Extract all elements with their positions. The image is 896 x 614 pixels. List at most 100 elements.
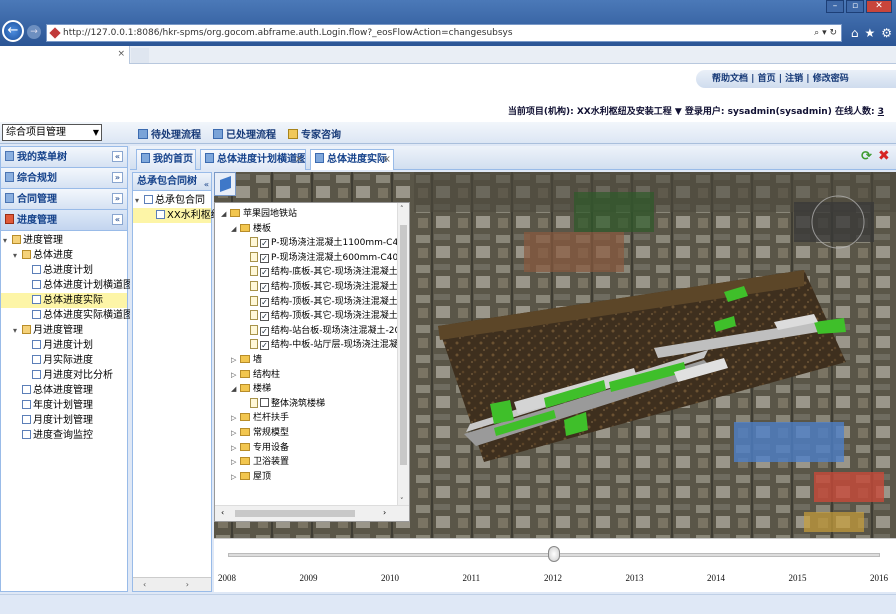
maximize-icon[interactable]: ▫ — [846, 0, 864, 13]
nav-tree-item[interactable]: 总进度计划 — [1, 263, 127, 278]
twisty-icon[interactable]: ▷ — [231, 368, 240, 383]
twisty-icon[interactable]: ▷ — [231, 441, 240, 456]
expand-icon[interactable]: » — [112, 172, 123, 183]
logout-link[interactable]: 注销 — [785, 74, 803, 84]
tab-gantt-plan[interactable]: 总体进度计划横道图 × — [200, 149, 306, 170]
tab-overall-actual[interactable]: 总体进度实际 × — [310, 149, 394, 170]
nav-tree-item[interactable]: ▾ 总体进度 — [1, 248, 127, 263]
twisty-icon[interactable]: ▷ — [231, 353, 240, 368]
layer-tree-item[interactable]: ◢ 楼板 — [215, 222, 399, 237]
collapse-icon[interactable]: « — [112, 214, 123, 225]
contract-tree-item[interactable]: XX水利枢纽 — [133, 208, 221, 223]
minimize-icon[interactable]: – — [826, 0, 844, 13]
layer-tree-item[interactable]: ✓ P-现场浇注混凝土1100mm-C40 — [215, 236, 399, 251]
layer-tree-item[interactable]: ✓结构-顶板-其它-现场浇注混凝土350-C — [215, 295, 399, 310]
nav-tree-item[interactable]: ▾ 进度管理 — [1, 233, 127, 248]
nav-tree-item[interactable]: 月进度计划 — [1, 338, 127, 353]
timeline-thumb[interactable] — [548, 546, 560, 562]
nav-tree-item[interactable]: 总体进度实际 — [1, 293, 127, 308]
layer-checkbox[interactable]: ✓ — [260, 253, 269, 263]
layer-tree-item[interactable]: ✓结构-顶板-其它-现场浇注混凝土600-C — [215, 309, 399, 324]
layer-checkbox[interactable]: ✓ — [260, 239, 269, 249]
vertical-scrollbar[interactable]: ˄ ˅ — [397, 203, 409, 507]
change-password-link[interactable]: 修改密码 — [813, 74, 849, 84]
layer-tree-item[interactable]: ▷ 专用设备 — [215, 441, 399, 456]
nav-tree-item[interactable]: 总体进度计划横道图 — [1, 278, 133, 293]
nav-tree-item[interactable]: 总体进度管理 — [1, 383, 127, 398]
favorites-star-icon[interactable]: ★ — [864, 26, 875, 40]
twisty-icon[interactable]: ◢ — [231, 222, 240, 237]
nav-tree-item[interactable]: 月度计划管理 — [1, 413, 127, 428]
layer-tree-item[interactable]: 整体浇筑楼梯 — [215, 397, 399, 412]
twisty-icon[interactable]: ▷ — [231, 426, 240, 441]
layer-tree-item[interactable]: ✓ P-现场浇注混凝土600mm-C40 — [215, 251, 399, 266]
address-tools[interactable]: ⌕ ▾ ↻ — [814, 25, 837, 41]
address-bar[interactable]: http://127.0.0.1:8086/hkr-spms/org.gocom… — [46, 24, 842, 42]
layer-tree-item[interactable]: ✓结构-中板-站厅层-现场浇注混凝土-40 — [215, 338, 399, 353]
horizontal-scrollbar[interactable]: ‹ › — [133, 577, 211, 591]
bim-3d-viewer[interactable]: ◢ 苹果园地铁站 ◢ 楼板 ✓ P-现场浇注混凝土1100mm-C40 ✓ P-现场浇注混凝土… — [214, 172, 896, 538]
help-link[interactable]: 帮助文档 — [712, 74, 748, 84]
layer-checkbox[interactable]: ✓ — [260, 282, 269, 292]
layer-tree-item[interactable]: ✓结构-站台板-现场浇注混凝土-200-C3 — [215, 324, 399, 339]
twisty-icon[interactable]: ◢ — [221, 207, 230, 222]
browser-tab[interactable]: × — [0, 46, 130, 64]
nav-tree-item[interactable]: ▾ 月进度管理 — [1, 323, 127, 338]
layer-tree-item[interactable]: ▷ 卫浴装置 — [215, 455, 399, 470]
view-toggle-button[interactable] — [214, 172, 236, 196]
layer-checkbox[interactable] — [260, 397, 269, 407]
twisty-icon[interactable]: ▾ — [135, 193, 144, 208]
twisty-icon[interactable]: ▾ — [13, 323, 22, 338]
layer-checkbox[interactable]: ✓ — [260, 312, 269, 322]
collapse-icon[interactable]: « — [112, 151, 123, 162]
new-tab-button[interactable] — [131, 48, 149, 63]
layer-tree-item[interactable]: ▷ 结构柱 — [215, 368, 399, 383]
close-window-icon[interactable]: ✕ — [866, 0, 892, 13]
section-contract[interactable]: 合同管理» — [1, 189, 127, 210]
dropdown-arrow-icon[interactable]: ▼ — [675, 107, 682, 117]
nav-tree-item[interactable]: 年度计划管理 — [1, 398, 127, 413]
twisty-icon[interactable]: ▷ — [231, 470, 240, 485]
nav-tree-item[interactable]: 月实际进度 — [1, 353, 127, 368]
section-progress[interactable]: 进度管理 « — [1, 210, 127, 231]
layer-tree-item[interactable]: ✓结构-底板-其它-现场浇注混凝土200-C — [215, 265, 399, 280]
online-count[interactable]: 3 — [878, 107, 884, 117]
close-all-tabs-icon[interactable]: ✖ — [878, 149, 891, 163]
refresh-icon[interactable]: ⟳ — [861, 150, 874, 163]
twisty-icon[interactable]: ◢ — [231, 382, 240, 397]
nav-tree-item[interactable]: 总体进度实际横道图 — [1, 308, 133, 323]
expert-consult-link[interactable]: 专家咨询 — [288, 126, 341, 141]
settings-gear-icon[interactable]: ⚙ — [881, 26, 892, 40]
nav-tree-item[interactable]: 进度查询监控 — [1, 428, 127, 443]
nav-tree-item[interactable]: 月进度对比分析 — [1, 368, 127, 383]
layer-checkbox[interactable]: ✓ — [260, 326, 269, 336]
twisty-icon[interactable]: ▾ — [3, 233, 12, 248]
layer-tree-item[interactable]: ▷ 常规模型 — [215, 426, 399, 441]
layer-tree-item[interactable]: ◢ 苹果园地铁站 — [215, 207, 399, 222]
collapse-icon[interactable]: « — [204, 176, 209, 190]
twisty-icon[interactable]: ▷ — [231, 455, 240, 470]
tab-my-home[interactable]: 我的首页 — [136, 149, 196, 170]
expand-icon[interactable]: » — [112, 193, 123, 204]
current-project[interactable]: XX水利枢纽及安装工程 — [577, 107, 672, 117]
home-icon[interactable]: ⌂ — [851, 26, 859, 40]
tab-close-icon[interactable]: × — [117, 49, 125, 59]
layer-checkbox[interactable]: ✓ — [260, 268, 269, 278]
done-flow-link[interactable]: 已处理流程 — [213, 126, 276, 141]
layer-checkbox[interactable]: ✓ — [260, 297, 269, 307]
layer-tree-item[interactable]: ◢ 楼梯 — [215, 382, 399, 397]
tab-close-icon[interactable]: × — [383, 150, 391, 169]
layer-tree-item[interactable]: ▷ 屋顶 — [215, 470, 399, 485]
contract-tree-item[interactable]: ▾ 总承包合同 — [133, 193, 211, 208]
section-my-menu[interactable]: 我的菜单树 « — [1, 147, 127, 168]
forward-button[interactable]: → — [27, 25, 41, 39]
back-button[interactable]: ← — [2, 20, 24, 42]
layer-checkbox[interactable]: ✓ — [260, 341, 269, 351]
twisty-icon[interactable]: ▷ — [231, 411, 240, 426]
twisty-icon[interactable]: ▾ — [13, 248, 22, 263]
layer-tree-item[interactable]: ▷ 墙 — [215, 353, 399, 368]
section-planning[interactable]: 综合规划» — [1, 168, 127, 189]
pending-flow-link[interactable]: 待处理流程 — [138, 126, 201, 141]
layer-tree-item[interactable]: ▷ 栏杆扶手 — [215, 411, 399, 426]
horizontal-scrollbar[interactable]: ‹ › — [215, 505, 409, 521]
